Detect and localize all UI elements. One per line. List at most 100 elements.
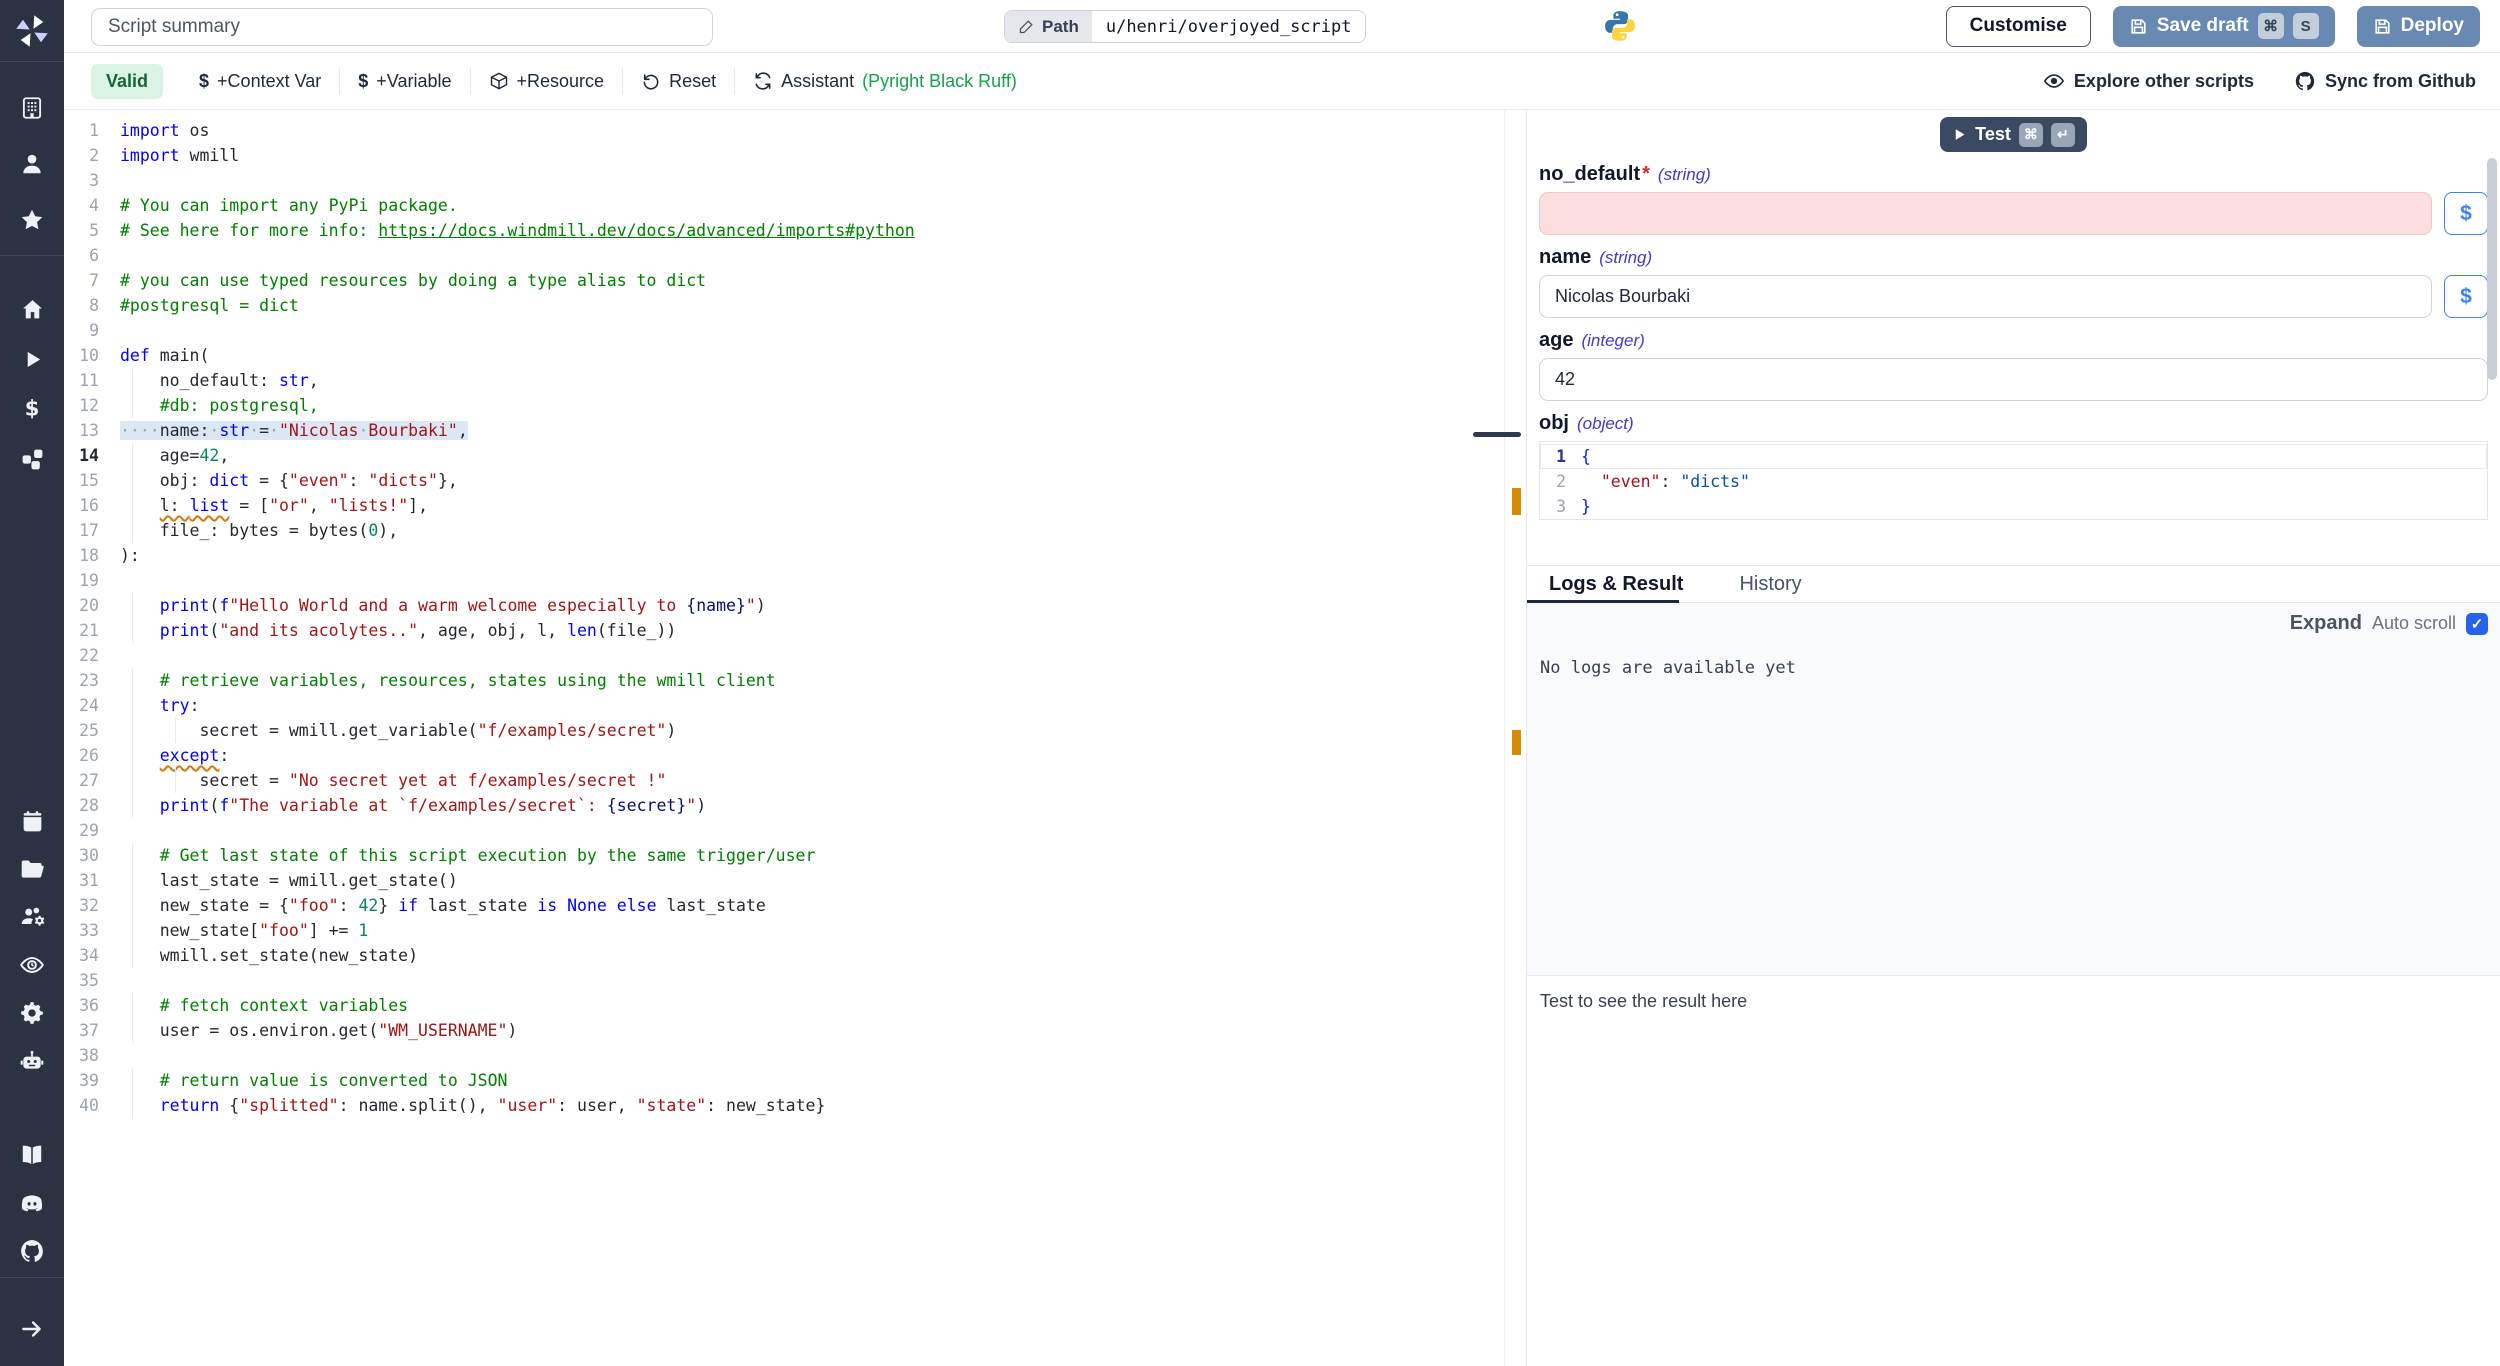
code-line[interactable]: 21 print("and its acolytes..", age, obj,… [64,618,1504,643]
sidebar-item-user[interactable] [0,136,64,192]
sidebar-item-building[interactable] [0,80,64,136]
sidebar-item-robot[interactable] [0,1037,64,1085]
code-line[interactable]: 33 new_state["foo"] += 1 [64,918,1504,943]
code-line[interactable]: 17 file_: bytes = bytes(0), [64,518,1504,543]
code-line[interactable]: 12 #db: postgresql, [64,393,1504,418]
field-input-no_default[interactable] [1539,192,2432,235]
path-value: u/henri/overjoyed_script [1092,11,1366,42]
windmill-logo[interactable] [0,0,64,62]
code-line[interactable]: 18): [64,543,1504,568]
panel-resize-handle[interactable] [1473,432,1521,437]
code-line[interactable]: 28 print(f"The variable at `f/examples/s… [64,793,1504,818]
code-line[interactable]: 38 [64,1043,1504,1068]
sidebar-item-dollar[interactable]: $ [0,384,64,434]
code-line-text: no_default: str, [120,368,319,393]
field-input-age[interactable] [1539,358,2488,401]
json-line-number: 3 [1540,494,1566,519]
code-line[interactable]: 19 [64,568,1504,593]
json-object-editor[interactable]: 1{2 "even": "dicts"3} [1539,441,2488,520]
expand-button[interactable]: Expand [2290,612,2362,635]
path-label-segment: Path [1005,11,1092,42]
sidebar-item-folder[interactable] [0,845,64,893]
code-line[interactable]: 13····name:·str·=·"Nicolas·Bourbaki", [64,418,1504,443]
code-line[interactable]: 29 [64,818,1504,843]
sidebar-item-eye-clock[interactable] [0,941,64,989]
toolbar-item-label: +Context Var [217,71,321,92]
code-line-text: last_state = wmill.get_state() [120,868,458,893]
code-line[interactable]: 25 secret = wmill.get_variable("f/exampl… [64,718,1504,743]
tab-history[interactable]: History [1739,573,1801,596]
code-line[interactable]: 36 # fetch context variables [64,993,1504,1018]
code-line[interactable]: 14 age=42, [64,443,1504,468]
sidebar-item-arrow-right[interactable] [0,1303,64,1355]
sidebar-item-play[interactable] [0,334,64,384]
sidebar-item-calendar[interactable] [0,797,64,845]
path-button[interactable]: Path u/henri/overjoyed_script [1004,10,1366,43]
autoscroll-checkbox[interactable]: ✓ [2466,613,2488,635]
code-editor[interactable]: 1import os2import wmill34# You can impor… [64,110,1504,1366]
code-line[interactable]: 23 # retrieve variables, resources, stat… [64,668,1504,693]
toolbar-sync-from-github[interactable]: Sync from Github [2294,70,2476,92]
code-line[interactable]: 1import os [64,118,1504,143]
customise-button[interactable]: Customise [1946,6,2091,47]
code-line[interactable]: 20 print(f"Hello World and a warm welcom… [64,593,1504,618]
json-line[interactable]: 1{ [1540,444,2487,469]
toolbar-item--variable[interactable]: $+Variable [340,71,469,92]
tab-logs-result[interactable]: Logs & Result [1549,573,1683,596]
code-line[interactable]: 4# You can import any PyPi package. [64,193,1504,218]
sidebar-item-github[interactable] [0,1227,64,1275]
code-line[interactable]: 15 obj: dict = {"even": "dicts"}, [64,468,1504,493]
star-icon [19,207,45,233]
code-line[interactable]: 39 # return value is converted to JSON [64,1068,1504,1093]
test-button[interactable]: Test ⌘ ↵ [1940,117,2087,152]
toolbar-item--context-var[interactable]: $+Context Var [181,71,339,92]
code-line[interactable]: 32 new_state = {"foo": 42} if last_state… [64,893,1504,918]
code-line[interactable]: 40 return {"splitted": name.split(), "us… [64,1093,1504,1118]
save-draft-button[interactable]: Save draft ⌘ S [2113,6,2335,47]
json-line[interactable]: 3} [1540,494,2487,519]
sidebar-item-home[interactable] [0,284,64,334]
code-line[interactable]: 7# you can use typed resources by doing … [64,268,1504,293]
code-line[interactable]: 3 [64,168,1504,193]
toolbar-item--resource[interactable]: +Resource [471,71,623,92]
insert-variable-button[interactable]: $ [2444,192,2488,235]
sidebar-item-book[interactable] [0,1131,64,1179]
sidebar-item-star[interactable] [0,192,64,248]
code-line[interactable]: 22 [64,643,1504,668]
script-summary-input[interactable] [91,8,713,46]
code-line[interactable]: 6 [64,243,1504,268]
insert-variable-button[interactable]: $ [2444,275,2488,318]
sidebar-item-users-gear[interactable] [0,893,64,941]
json-line[interactable]: 2 "even": "dicts" [1540,469,2487,494]
deploy-button[interactable]: Deploy [2357,6,2480,47]
code-line[interactable]: 34 wmill.set_state(new_state) [64,943,1504,968]
code-line[interactable]: 31 last_state = wmill.get_state() [64,868,1504,893]
code-line[interactable]: 9 [64,318,1504,343]
code-line[interactable]: 11 no_default: str, [64,368,1504,393]
toolbar-right-label: Sync from Github [2325,71,2476,92]
code-line[interactable]: 30 # Get last state of this script execu… [64,843,1504,868]
line-number: 34 [64,943,99,968]
code-line[interactable]: 2import wmill [64,143,1504,168]
code-line[interactable]: 26 except: [64,743,1504,768]
toolbar-item-reset[interactable]: Reset [623,71,734,92]
code-line[interactable]: 24 try: [64,693,1504,718]
line-number: 38 [64,1043,99,1068]
line-number: 7 [64,268,99,293]
toolbar-item-assistant[interactable]: Assistant(Pyright Black Ruff) [735,71,1035,92]
sidebar-item-discord[interactable] [0,1179,64,1227]
sidebar-item-cubes[interactable] [0,434,64,484]
code-line[interactable]: 37 user = os.environ.get("WM_USERNAME") [64,1018,1504,1043]
code-line[interactable]: 8#postgresql = dict [64,293,1504,318]
code-line[interactable]: 16 l: list = ["or", "lists!"], [64,493,1504,518]
sidebar-item-gear[interactable] [0,989,64,1037]
toolbar-explore-other-scripts[interactable]: Explore other scripts [2043,70,2254,92]
code-line[interactable]: 10def main( [64,343,1504,368]
field-input-name[interactable] [1539,275,2432,318]
field-type: (object) [1577,414,1634,434]
code-line[interactable]: 5# See here for more info: https://docs.… [64,218,1504,243]
sidebar-divider [0,1277,64,1278]
code-line[interactable]: 27 secret = "No secret yet at f/examples… [64,768,1504,793]
form-scrollbar[interactable] [2487,158,2497,380]
code-line[interactable]: 35 [64,968,1504,993]
